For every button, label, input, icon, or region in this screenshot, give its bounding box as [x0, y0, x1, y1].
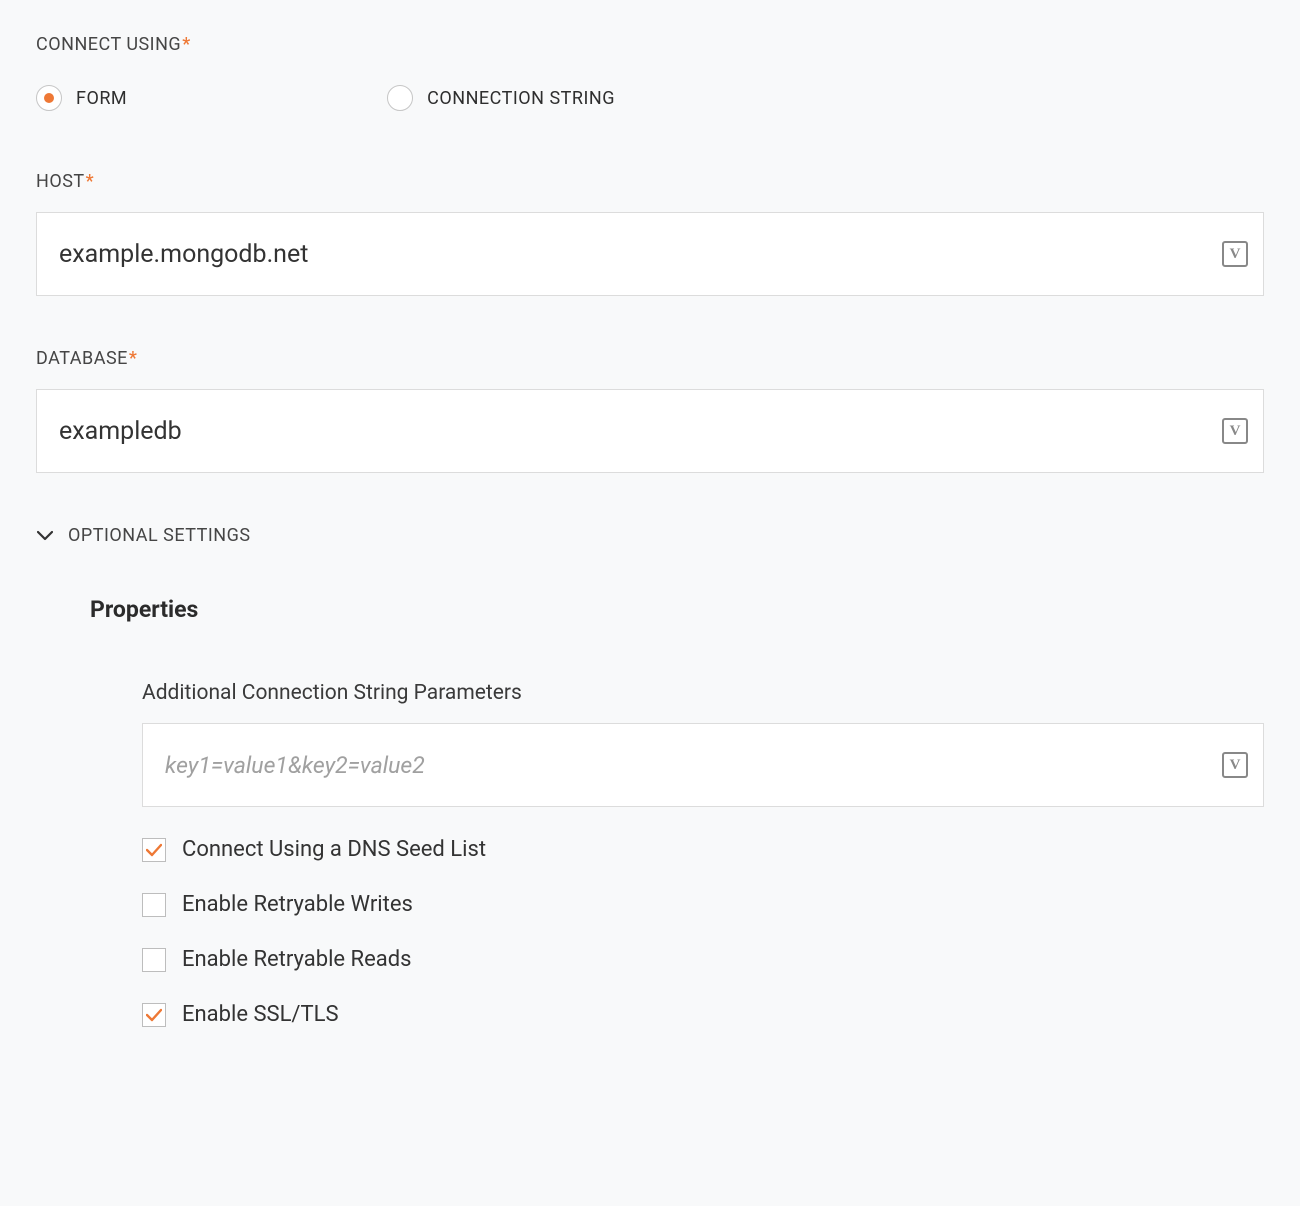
- radio-form-indicator: [36, 85, 62, 111]
- required-asterisk: *: [86, 171, 94, 192]
- required-asterisk: *: [129, 348, 137, 369]
- checkbox-dns-seed[interactable]: Connect Using a DNS Seed List: [142, 837, 1264, 862]
- checkbox-retry-reads[interactable]: Enable Retryable Reads: [142, 947, 1264, 972]
- checkbox-retry-writes[interactable]: Enable Retryable Writes: [142, 892, 1264, 917]
- radio-form-label: FORM: [76, 88, 127, 109]
- checkbox-retry-writes-box: [142, 893, 166, 917]
- checkbox-dns-seed-label: Connect Using a DNS Seed List: [182, 837, 486, 862]
- additional-params-input-wrap: V: [142, 723, 1264, 807]
- database-label: DATABASE*: [36, 348, 1264, 369]
- checkbox-dns-seed-box: [142, 838, 166, 862]
- checkbox-ssl-tls[interactable]: Enable SSL/TLS: [142, 1002, 1264, 1027]
- connect-using-radio-group: FORM CONNECTION STRING: [36, 85, 1264, 111]
- radio-form[interactable]: FORM: [36, 85, 127, 111]
- checkbox-ssl-tls-box: [142, 1003, 166, 1027]
- checkbox-retry-reads-label: Enable Retryable Reads: [182, 947, 412, 972]
- connect-using-label-text: CONNECT USING: [36, 34, 181, 55]
- checkbox-ssl-tls-label: Enable SSL/TLS: [182, 1002, 339, 1027]
- variable-badge-icon[interactable]: V: [1222, 241, 1248, 267]
- connect-using-label: CONNECT USING*: [36, 34, 1264, 55]
- radio-connection-string-indicator: [387, 85, 413, 111]
- optional-settings-toggle[interactable]: OPTIONAL SETTINGS: [36, 525, 1264, 546]
- radio-connection-string[interactable]: CONNECTION STRING: [387, 85, 615, 111]
- database-label-text: DATABASE: [36, 348, 128, 369]
- variable-badge-icon[interactable]: V: [1222, 752, 1248, 778]
- checkbox-retry-reads-box: [142, 948, 166, 972]
- additional-params-input[interactable]: [142, 723, 1264, 807]
- variable-badge-icon[interactable]: V: [1222, 418, 1248, 444]
- checkbox-retry-writes-label: Enable Retryable Writes: [182, 892, 413, 917]
- chevron-down-icon: [36, 527, 54, 545]
- host-input[interactable]: [36, 212, 1264, 296]
- host-input-wrap: V: [36, 212, 1264, 296]
- host-label-text: HOST: [36, 171, 85, 192]
- required-asterisk: *: [182, 34, 190, 55]
- radio-connection-string-label: CONNECTION STRING: [427, 88, 615, 109]
- properties-heading: Properties: [90, 596, 1264, 623]
- database-input-wrap: V: [36, 389, 1264, 473]
- optional-settings-label: OPTIONAL SETTINGS: [68, 525, 251, 546]
- additional-params-label: Additional Connection String Parameters: [142, 681, 1264, 705]
- database-input[interactable]: [36, 389, 1264, 473]
- host-label: HOST*: [36, 171, 1264, 192]
